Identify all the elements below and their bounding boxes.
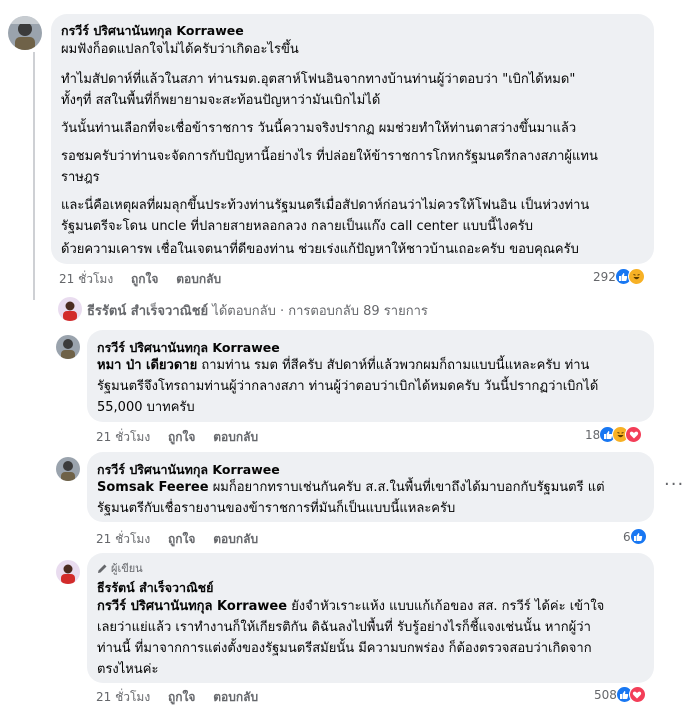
like-button[interactable]: ถูกใจ <box>168 532 195 546</box>
reply-bubble: ผู้เขียน ธีรรัตน์ สำเร็จวาณิชย์ กรวีร์ ป… <box>87 553 654 683</box>
comment-text: ทำไมสัปดาห์ที่แล้วในสภา ท่านรมต.อุตสาห์โ… <box>61 72 576 87</box>
like-button[interactable]: ถูกใจ <box>168 690 195 704</box>
comment-text: ราษฎร <box>61 170 100 185</box>
reply-actions: 21 ชั่วโมง ถูกใจ ตอบกลับ <box>96 530 272 549</box>
comment-text: ด้วยความเคารพ เชื่อในเจตนาที่ดีของท่าน ช… <box>61 242 579 257</box>
reply-actions: 21 ชั่วโมง ถูกใจ ตอบกลับ <box>96 428 272 447</box>
comment-time[interactable]: 21 ชั่วโมง <box>59 272 113 286</box>
like-reaction-icon <box>629 528 647 545</box>
reply-actions: 21 ชั่วโมง ถูกใจ ตอบกลับ <box>96 688 272 706</box>
reply-text: หมา ป่า เดียวดาย ถามท่าน รมต ที่สีครับ ส… <box>97 358 590 373</box>
comment-author[interactable]: กรวีร์ ปริศนานันทกุล Korrawee <box>61 21 244 41</box>
reply-button[interactable]: ตอบกลับ <box>213 690 258 704</box>
haha-reaction-icon <box>627 268 645 285</box>
comment-text: ผมฟังก็อดแปลกใจไม่ได้ครับว่าเกิดอะไรขึ้น <box>61 42 299 57</box>
comment-text: วันนั้นท่านเลือกที่จะเชื่อข้าราชการ วันน… <box>61 121 577 136</box>
comment-text: ทั้งๆที่ สสในพื้นที่ก็พยายามจะสะท้อนปัญห… <box>61 93 381 108</box>
more-options-button[interactable]: ··· <box>664 474 682 495</box>
reply-text: กรวีร์ ปริศนานันทกุล Korrawee ยังจำหัวเร… <box>97 599 605 614</box>
avatar[interactable] <box>8 16 42 50</box>
reply-button[interactable]: ตอบกลับ <box>213 430 258 444</box>
reply-text: รัฐมนตรีกับเชื่อรายงานของข้าราชการที่มัน… <box>97 501 456 516</box>
reply-bubble: กรวีร์ ปริศนานันทกุล Korrawee หมา ป่า เด… <box>87 330 654 422</box>
mention-link[interactable]: Somsak Feeree <box>97 480 209 495</box>
love-reaction-icon <box>625 426 643 443</box>
comment-bubble: กรวีร์ ปริศนานันทกุล Korrawee ผมฟังก็อดแ… <box>51 14 654 264</box>
reply-text: รัฐมนตรีจึงโทรถามท่านผู้ว่ากลางสภา ท่านผ… <box>97 379 599 394</box>
reply-button[interactable]: ตอบกลับ <box>213 532 258 546</box>
reaction-summary[interactable]: 18 <box>585 426 643 443</box>
reply-button[interactable]: ตอบกลับ <box>176 272 221 286</box>
reaction-count: 18 <box>585 427 601 442</box>
reply-time[interactable]: 21 ชั่วโมง <box>96 430 150 444</box>
reaction-count: 292 <box>593 269 616 284</box>
like-button[interactable]: ถูกใจ <box>168 430 195 444</box>
reply-summary-name: ธีรรัตน์ สำเร็จวาณิชย์ <box>87 304 209 319</box>
avatar[interactable] <box>56 335 80 359</box>
reaction-summary[interactable]: 508 <box>594 686 646 703</box>
comment-text: และนี่คือเหตุผลที่ผมลุกขึ้นประท้วงท่านรั… <box>61 198 590 213</box>
avatar[interactable] <box>56 457 80 481</box>
reply-text: เลยว่าแย่แล้ว เราทำงานก็ให้เกียรติกัน ดิ… <box>97 620 591 635</box>
comment-text: รัฐมนตรีจะโดน uncle ที่ปลายสายหลอกลวง กล… <box>61 219 534 234</box>
reply-time[interactable]: 21 ชั่วโมง <box>96 532 150 546</box>
reply-time[interactable]: 21 ชั่วโมง <box>96 690 150 704</box>
reply-bubble: กรวีร์ ปริศนานันทกุล Korrawee Somsak Fee… <box>87 452 654 522</box>
reaction-count: 508 <box>594 687 617 702</box>
reply-text: 55,000 บาทครับ <box>97 400 195 415</box>
reply-summary-text: ได้ตอบกลับ · การตอบกลับ 89 รายการ <box>212 304 428 319</box>
reply-text: ท่านนี้ ที่มาจากการแต่งตั้งของรัฐมนตรีสม… <box>97 641 592 656</box>
mention-link[interactable]: หมา ป่า เดียวดาย <box>97 358 197 373</box>
view-replies-link[interactable]: ธีรรัตน์ สำเร็จวาณิชย์ ได้ตอบกลับ · การต… <box>87 300 428 321</box>
reaction-summary[interactable]: 6 <box>623 528 647 545</box>
mention-link[interactable]: กรวีร์ ปริศนานันทกุล Korrawee <box>97 599 287 614</box>
comment-actions: 21 ชั่วโมง ถูกใจ ตอบกลับ <box>59 270 235 289</box>
love-reaction-icon <box>628 686 646 703</box>
avatar[interactable] <box>56 560 80 584</box>
author-badge: ผู้เขียน <box>97 559 143 577</box>
comment-text: รอชมครับว่าท่านจะจัดการกับปัญหานี้อย่างไ… <box>61 149 598 164</box>
pencil-icon <box>98 564 107 573</box>
reply-text: ตรงไหนค่ะ <box>97 662 159 677</box>
reply-author[interactable]: ธีรรัตน์ สำเร็จวาณิชย์ <box>97 578 213 598</box>
like-button[interactable]: ถูกใจ <box>131 272 158 286</box>
reaction-summary[interactable]: 292 <box>593 268 645 285</box>
thread-line <box>33 52 35 300</box>
reply-text: Somsak Feeree ผมก็อยากทราบเช่นกันครับ ส.… <box>97 480 605 495</box>
avatar[interactable] <box>58 297 82 321</box>
